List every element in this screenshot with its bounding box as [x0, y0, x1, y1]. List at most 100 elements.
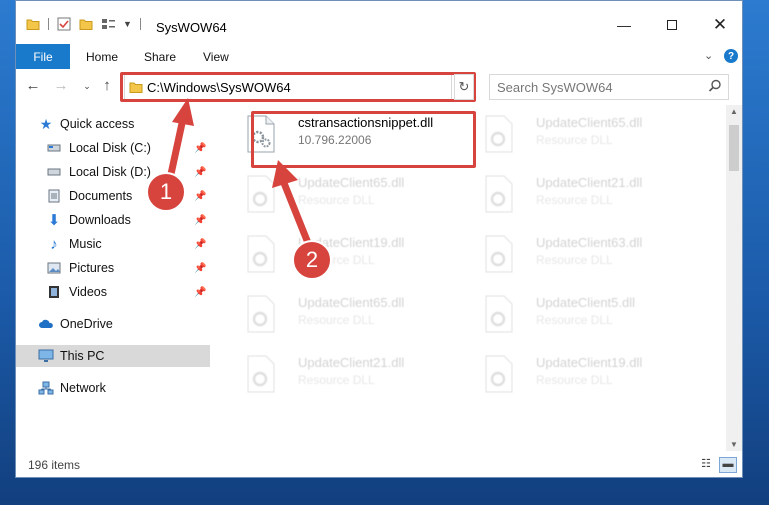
up-button[interactable]: ↑ [98, 77, 116, 94]
sidebar-item-pictures[interactable]: Pictures 📌 [16, 257, 210, 279]
film-icon [46, 284, 62, 300]
sidebar-item-label: Videos [69, 285, 107, 299]
properties-check-icon[interactable] [57, 17, 71, 31]
help-icon[interactable]: ? [724, 49, 738, 63]
file-tile[interactable]: UpdateClient65.dll Resource DLL [236, 289, 456, 345]
forward-arrow-icon: → [53, 77, 69, 94]
tab-view[interactable]: View [203, 50, 229, 64]
file-tile[interactable]: UpdateClient65.dll Resource DLL [236, 169, 456, 225]
file-name: UpdateClient65.dll [536, 115, 643, 130]
folder-icon [26, 19, 40, 30]
back-button[interactable]: ← [24, 77, 42, 94]
file-name: UpdateClient63.dll [536, 235, 643, 250]
item-count: 196 items [28, 458, 81, 472]
search-box[interactable]: Search SysWOW64 [489, 74, 729, 100]
separator [139, 18, 141, 30]
sidebar-item-label: Quick access [60, 117, 135, 131]
tab-share[interactable]: Share [144, 50, 176, 64]
file-type: Resource DLL [298, 313, 375, 327]
dropdown-arrow-icon[interactable]: ▼ [123, 19, 132, 29]
tab-home[interactable]: Home [86, 50, 118, 64]
pin-icon[interactable]: 📌 [194, 287, 206, 298]
dll-file-icon [485, 115, 513, 153]
file-name: UpdateClient19.dll [536, 355, 643, 370]
file-tile[interactable]: UpdateClient5.dll Resource DLL [474, 289, 694, 345]
dll-file-icon [485, 355, 513, 393]
maximize-icon [667, 20, 677, 30]
chevron-down-icon: ⌄ [83, 81, 91, 91]
back-arrow-icon: ← [25, 77, 41, 94]
sidebar-item-this-pc[interactable]: This PC [16, 345, 210, 367]
scroll-up-icon[interactable]: ▲ [726, 107, 742, 116]
sidebar-item-downloads[interactable]: ⬇ Downloads 📌 [16, 209, 210, 231]
large-icons-view-icon[interactable]: ▬ [719, 457, 737, 473]
file-type: Resource DLL [536, 133, 613, 147]
details-view-icon[interactable]: ☷ [698, 457, 714, 471]
sidebar-item-music[interactable]: ♪ Music 📌 [16, 233, 210, 255]
file-type: Resource DLL [536, 373, 613, 387]
file-tile[interactable]: UpdateClient19.dll Resource DLL [236, 229, 456, 285]
star-icon: ★ [39, 115, 53, 132]
close-button[interactable]: ✕ [702, 15, 738, 35]
maximize-button[interactable] [654, 15, 690, 35]
file-tab[interactable]: File [16, 44, 70, 69]
ribbon: File Home Share View ⌄ ? [16, 44, 742, 70]
sidebar-item-onedrive[interactable]: OneDrive [16, 313, 210, 335]
monitor-icon [38, 348, 54, 364]
dll-file-icon [247, 295, 275, 333]
new-folder-icon[interactable] [79, 17, 93, 31]
scroll-down-icon[interactable]: ▼ [726, 440, 742, 449]
file-tile[interactable]: UpdateClient21.dll Resource DLL [236, 349, 456, 405]
download-arrow-icon: ⬇ [47, 212, 61, 229]
status-bar: 196 items ☷ ▬ [16, 453, 742, 477]
ribbon-expand-icon[interactable]: ⌄ [704, 49, 713, 62]
file-tile[interactable]: UpdateClient65.dll Resource DLL [474, 109, 694, 165]
minimize-icon: — [617, 17, 631, 33]
sidebar-item-label: OneDrive [60, 317, 113, 331]
pictures-icon [46, 260, 62, 276]
title-bar: ▼ SysWOW64 — ✕ [16, 1, 742, 44]
sidebar-item-label: This PC [60, 349, 105, 363]
file-type: Resource DLL [536, 313, 613, 327]
network-icon [38, 380, 54, 396]
documents-icon [46, 188, 62, 204]
search-placeholder[interactable]: Search SysWOW64 [497, 80, 613, 95]
file-explorer-window: ▼ SysWOW64 — ✕ File Home Share View ⌄ ? … [15, 0, 743, 478]
separator [48, 18, 49, 30]
sidebar-item-network[interactable]: Network [16, 377, 210, 399]
scrollbar-thumb[interactable] [729, 125, 739, 171]
search-icon[interactable] [708, 79, 722, 93]
pin-icon[interactable]: 📌 [194, 263, 206, 274]
minimize-button[interactable]: — [606, 15, 642, 35]
vertical-scrollbar[interactable]: ▲ ▼ [726, 105, 742, 451]
close-icon: ✕ [712, 15, 728, 34]
pin-icon[interactable]: 📌 [194, 239, 206, 250]
file-name: UpdateClient5.dll [536, 295, 636, 310]
pin-icon[interactable]: 📌 [194, 215, 206, 226]
sidebar-item-label: Documents [69, 189, 133, 203]
music-note-icon: ♪ [50, 235, 58, 253]
recent-locations-button[interactable]: ⌄ [78, 81, 96, 92]
sidebar-item-label: Local Disk (C:) [69, 141, 151, 155]
forward-button[interactable]: → [52, 77, 70, 94]
sidebar-item-label: Network [60, 381, 106, 395]
sidebar-item-videos[interactable]: Videos 📌 [16, 281, 210, 303]
up-arrow-icon: ↑ [103, 77, 111, 94]
file-name: UpdateClient21.dll [298, 355, 405, 370]
cloud-icon [38, 316, 54, 332]
sidebar-item-label: Music [69, 237, 102, 251]
refresh-button[interactable]: ↻ [454, 74, 474, 100]
file-tile[interactable]: UpdateClient21.dll Resource DLL [474, 169, 694, 225]
file-type: Resource DLL [298, 373, 375, 387]
file-tile[interactable]: UpdateClient19.dll Resource DLL [474, 349, 694, 405]
file-name: UpdateClient65.dll [298, 295, 405, 310]
sidebar-item-label: Pictures [69, 261, 115, 275]
dll-file-icon [485, 295, 513, 333]
file-tile[interactable]: UpdateClient63.dll Resource DLL [474, 229, 694, 285]
step-2-badge: 2 [292, 240, 332, 280]
dll-file-icon [485, 235, 513, 273]
customize-view-icon[interactable] [101, 17, 117, 31]
drive-icon [46, 164, 62, 180]
dll-file-icon [485, 175, 513, 213]
navigation-bar: ← → ⌄ ↑ C:\Windows\SysWOW64 ↻ Search Sys… [16, 69, 742, 105]
